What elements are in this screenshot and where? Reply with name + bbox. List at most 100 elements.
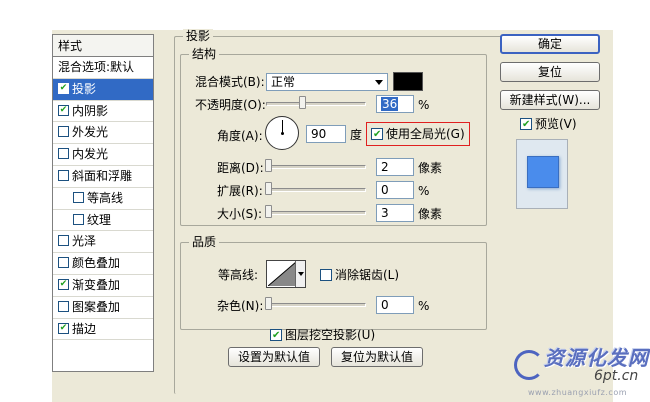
- style-item-checkbox[interactable]: [73, 191, 84, 203]
- contour-curve-icon: [268, 262, 296, 286]
- style-item-checkbox[interactable]: [58, 278, 69, 290]
- style-item[interactable]: 内阴影: [53, 101, 153, 123]
- contour-picker[interactable]: [266, 260, 306, 288]
- opacity-slider-thumb[interactable]: [299, 96, 306, 109]
- noise-value: 0: [381, 298, 389, 312]
- styles-list: 样式 混合选项:默认投影内阴影外发光内发光斜面和浮雕等高线纹理光泽颜色叠加渐变叠…: [52, 34, 154, 372]
- style-item[interactable]: 纹理: [53, 210, 153, 232]
- style-item-checkbox[interactable]: [58, 169, 69, 181]
- style-item[interactable]: 描边: [53, 319, 153, 341]
- knockout-label: 图层挖空投影(U): [285, 328, 376, 342]
- blend-mode-label: 混合模式(B):: [195, 75, 265, 89]
- watermark-url: www.zhuangxiufz.com: [528, 388, 627, 397]
- contour-label: 等高线:: [218, 268, 259, 282]
- style-item[interactable]: 斜面和浮雕: [53, 166, 153, 188]
- new-style-button[interactable]: 新建样式(W)...: [500, 90, 600, 110]
- style-item-checkbox[interactable]: [58, 126, 69, 138]
- noise-slider-track[interactable]: [266, 303, 366, 307]
- style-item-checkbox[interactable]: [58, 300, 69, 312]
- style-item[interactable]: 混合选项:默认: [53, 57, 153, 79]
- style-item-label: 斜面和浮雕: [72, 168, 133, 183]
- anti-aliased-checkbox-box[interactable]: [320, 269, 332, 281]
- preview-checkbox[interactable]: 预览(V): [520, 116, 577, 132]
- make-default-button[interactable]: 设置为默认值: [228, 347, 320, 367]
- blend-mode-value: 正常: [271, 75, 296, 89]
- style-item-checkbox[interactable]: [58, 82, 69, 94]
- chevron-down-icon: [375, 80, 383, 85]
- style-item[interactable]: 图案叠加: [53, 297, 153, 319]
- distance-label: 距离(D):: [217, 161, 264, 175]
- ok-button[interactable]: 确定: [500, 34, 600, 54]
- spread-value: 0: [381, 183, 389, 197]
- style-preview: [516, 139, 568, 209]
- style-item[interactable]: 光泽: [53, 231, 153, 254]
- global-light-checkbox-box[interactable]: [371, 128, 383, 140]
- global-light-checkbox[interactable]: 使用全局光(G): [371, 126, 465, 142]
- style-item-label: 颜色叠加: [72, 256, 121, 271]
- opacity-label: 不透明度(O):: [195, 98, 266, 112]
- spread-slider-track[interactable]: [266, 188, 366, 192]
- watermark-title: 资源化发网: [544, 346, 649, 370]
- style-item-label: 等高线: [87, 190, 124, 205]
- contour-dropdown-icon[interactable]: [295, 261, 305, 287]
- structure-title: 结构: [189, 47, 220, 61]
- style-item[interactable]: 渐变叠加: [53, 275, 153, 297]
- noise-label: 杂色(N):: [217, 299, 264, 313]
- quality-group: 品质: [180, 235, 487, 330]
- size-slider-track[interactable]: [266, 211, 366, 215]
- angle-dial-icon[interactable]: [265, 116, 299, 150]
- distance-input[interactable]: 2: [376, 158, 414, 176]
- style-item-label: 投影: [72, 81, 97, 96]
- size-input[interactable]: 3: [376, 204, 414, 222]
- style-item-checkbox[interactable]: [58, 235, 69, 247]
- reset-default-button[interactable]: 复位为默认值: [331, 347, 423, 367]
- style-item-checkbox[interactable]: [58, 257, 69, 269]
- opacity-slider-track[interactable]: [266, 102, 366, 106]
- watermark-logo-icon: [514, 350, 544, 380]
- style-item-label: 图案叠加: [72, 299, 121, 314]
- preview-label: 预览(V): [535, 117, 577, 131]
- opacity-input[interactable]: 36: [376, 95, 414, 113]
- blend-mode-select[interactable]: 正常: [266, 73, 388, 91]
- knockout-checkbox-box[interactable]: [270, 329, 282, 341]
- style-item[interactable]: 内发光: [53, 144, 153, 166]
- style-item-checkbox[interactable]: [58, 148, 69, 160]
- anti-aliased-checkbox[interactable]: 消除锯齿(L): [320, 267, 399, 283]
- style-item[interactable]: 投影: [53, 78, 153, 101]
- size-label: 大小(S):: [217, 207, 263, 221]
- distance-value: 2: [381, 160, 389, 174]
- reset-button[interactable]: 复位: [500, 62, 600, 82]
- noise-input[interactable]: 0: [376, 296, 414, 314]
- site-watermark: 资源化发网 6pt.cn www.zhuangxiufz.com: [510, 340, 650, 402]
- spread-unit: %: [418, 184, 430, 198]
- style-item[interactable]: 外发光: [53, 122, 153, 145]
- style-item-checkbox[interactable]: [58, 322, 69, 334]
- style-item[interactable]: 颜色叠加: [53, 253, 153, 275]
- style-preview-swatch: [527, 156, 559, 188]
- noise-slider-thumb[interactable]: [265, 297, 272, 310]
- quality-title: 品质: [189, 235, 220, 249]
- distance-slider-track[interactable]: [266, 165, 366, 169]
- size-slider-thumb[interactable]: [265, 205, 272, 218]
- size-value: 3: [381, 206, 389, 220]
- spread-slider-thumb[interactable]: [265, 182, 272, 195]
- watermark-site: 6pt.cn: [594, 368, 639, 384]
- style-item-label: 内发光: [72, 147, 109, 162]
- shadow-color-swatch[interactable]: [393, 72, 423, 91]
- spread-label: 扩展(R):: [217, 184, 263, 198]
- style-item-checkbox[interactable]: [73, 213, 84, 225]
- size-unit: 像素: [418, 207, 443, 221]
- style-item-checkbox[interactable]: [58, 104, 69, 116]
- angle-input[interactable]: 90: [306, 125, 346, 143]
- style-item-label: 外发光: [72, 125, 109, 140]
- preview-checkbox-box[interactable]: [520, 118, 532, 130]
- distance-unit: 像素: [418, 161, 443, 175]
- distance-slider-thumb[interactable]: [265, 159, 272, 172]
- anti-aliased-label: 消除锯齿(L): [335, 268, 400, 282]
- style-item[interactable]: 等高线: [53, 188, 153, 210]
- knockout-checkbox[interactable]: 图层挖空投影(U): [270, 327, 375, 343]
- spread-input[interactable]: 0: [376, 181, 414, 199]
- style-item-label: 混合选项:默认: [58, 60, 135, 74]
- noise-unit: %: [418, 299, 430, 313]
- style-item-label: 纹理: [87, 212, 112, 227]
